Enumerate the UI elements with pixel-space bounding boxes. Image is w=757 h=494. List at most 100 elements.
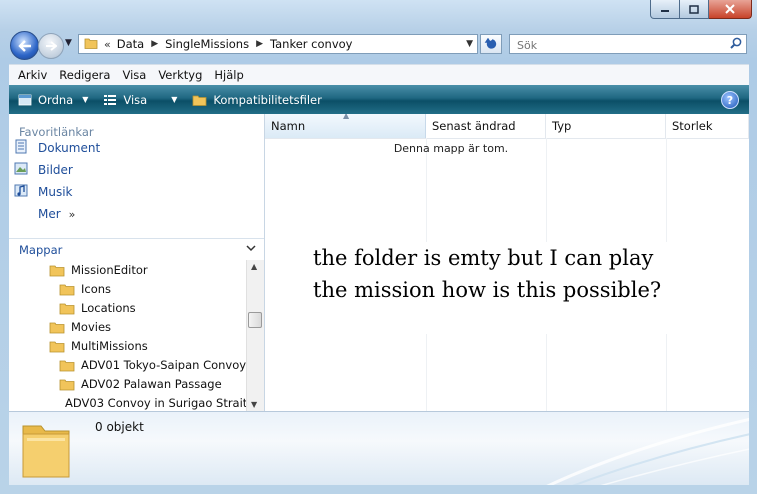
column-label: Storlek [672, 119, 713, 133]
menu-visa[interactable]: Visa [122, 68, 146, 82]
decorative-swoosh [546, 417, 749, 485]
details-pane: 0 objekt [9, 411, 749, 485]
tree-item-multimissions[interactable]: MultiMissions [9, 336, 247, 355]
tree-item-label: ADV03 Convoy in Surigao Strait [65, 395, 247, 410]
documents-icon [14, 139, 30, 157]
views-icon [104, 94, 117, 105]
column-type[interactable]: Typ [546, 114, 666, 138]
scroll-down-icon[interactable]: ▼ [251, 400, 257, 409]
folders-header[interactable]: Mappar [9, 238, 264, 260]
tree-item-icons[interactable]: Icons [9, 279, 247, 298]
search-input[interactable] [515, 36, 719, 54]
refresh-icon [484, 38, 497, 49]
menu-verktyg[interactable]: Verktyg [158, 68, 202, 82]
chevron-right-icon[interactable]: ▶ [151, 39, 158, 49]
folder-icon [49, 322, 65, 333]
folder-tree-scrollbar[interactable]: ▲ ▼ [246, 260, 264, 411]
more-links-button[interactable]: Mer » [9, 203, 264, 225]
folder-icon [59, 360, 75, 371]
command-bar: Ordna ▼ Visa ▼ Kompatibilitetsfiler ? [9, 85, 749, 114]
menu-hjalp[interactable]: Hjälp [214, 68, 243, 82]
tree-item-label: ADV02 Palawan Passage [81, 376, 222, 391]
menu-bar: Arkiv Redigera Visa Verktyg Hjälp [9, 64, 749, 85]
folder-tree: MissionEditor Icons Locations Movies Mul… [9, 260, 247, 411]
tree-item-adv02[interactable]: ADV02 Palawan Passage [9, 374, 247, 393]
forward-button[interactable] [38, 33, 64, 59]
compat-files-button[interactable]: Kompatibilitetsfiler [192, 92, 322, 107]
annotation-line-1: the folder is emty but I can play [313, 246, 654, 270]
column-headers: ▲ Namn Senast ändrad Typ Storlek [265, 114, 749, 139]
column-label: Typ [552, 119, 572, 133]
folder-icon [49, 341, 65, 352]
tree-item-label: Movies [71, 319, 112, 334]
navigation-pane: Favoritlänkar Dokument Bilder Musik Mer … [9, 114, 265, 411]
column-size[interactable]: Storlek [666, 114, 749, 138]
annotation-line-2: the mission how is this possible? [313, 278, 662, 302]
column-label: Namn [271, 119, 306, 133]
close-icon [725, 4, 735, 14]
tree-item-label: ADV01 Tokyo-Saipan Convoy [81, 357, 247, 372]
breadcrumb-data[interactable]: Data [117, 37, 144, 51]
favorite-bilder[interactable]: Bilder [9, 159, 264, 181]
tree-item-adv03[interactable]: ADV03 Convoy in Surigao Strait [9, 393, 247, 411]
minimize-icon [661, 10, 669, 12]
menu-arkiv[interactable]: Arkiv [18, 68, 47, 82]
tree-item-missioneditor[interactable]: MissionEditor [9, 260, 247, 279]
scroll-up-icon[interactable]: ▲ [251, 262, 257, 271]
chevron-down-icon: ▼ [82, 95, 89, 104]
folder-icon [49, 265, 65, 276]
recent-pages-dropdown[interactable]: ▼ [65, 38, 72, 48]
chevron-right-icon[interactable]: ▶ [256, 39, 263, 49]
favorite-musik[interactable]: Musik [9, 181, 264, 203]
breadcrumb-singlemissions[interactable]: SingleMissions [165, 37, 249, 51]
folder-icon [59, 303, 75, 314]
tree-item-label: MissionEditor [71, 262, 148, 277]
column-name[interactable]: ▲ Namn [265, 114, 426, 138]
maximize-icon [689, 4, 699, 14]
address-dropdown-icon[interactable]: ▼ [466, 39, 473, 49]
tree-item-locations[interactable]: Locations [9, 298, 247, 317]
caption-buttons [650, 0, 752, 19]
favorite-dokument[interactable]: Dokument [9, 137, 264, 159]
tree-item-label: Locations [81, 300, 136, 315]
compat-files-label: Kompatibilitetsfiler [213, 92, 322, 107]
pictures-icon [14, 161, 30, 179]
chevron-down-icon[interactable] [246, 242, 256, 255]
tree-item-label: Icons [81, 281, 112, 296]
refresh-button[interactable] [480, 34, 502, 54]
folders-label: Mappar [19, 242, 63, 257]
views-label: Visa [123, 92, 148, 107]
scrollbar-thumb[interactable] [248, 312, 262, 328]
organize-label: Ordna [38, 92, 74, 107]
back-button[interactable] [10, 31, 39, 60]
organize-button[interactable]: Ordna ▼ [18, 93, 88, 107]
maximize-button[interactable] [680, 0, 709, 19]
breadcrumb-tanker-convoy[interactable]: Tanker convoy [270, 37, 352, 51]
search-box[interactable] [509, 34, 747, 54]
music-icon [14, 183, 30, 201]
folder-icon [192, 95, 207, 106]
sort-ascending-icon: ▲ [343, 114, 350, 120]
views-button[interactable]: Visa ▼ [103, 93, 177, 107]
tree-item-movies[interactable]: Movies [9, 317, 247, 336]
help-button[interactable]: ? [721, 91, 739, 109]
chevron-down-icon: ▼ [171, 95, 178, 104]
favorite-label: Dokument [38, 141, 101, 155]
menu-redigera[interactable]: Redigera [59, 68, 110, 82]
minimize-button[interactable] [650, 0, 680, 19]
folder-icon [59, 379, 75, 390]
more-label: Mer [38, 207, 61, 221]
folder-icon [84, 36, 98, 52]
item-count: 0 objekt [95, 420, 144, 434]
root-chevron[interactable]: « [104, 38, 111, 51]
column-label: Senast ändrad [432, 119, 516, 133]
search-icon[interactable] [730, 37, 742, 52]
column-date-modified[interactable]: Senast ändrad [426, 114, 546, 138]
file-list[interactable]: ▲ Namn Senast ändrad Typ Storlek Denna m… [265, 114, 749, 411]
address-bar[interactable]: « Data ▶ SingleMissions ▶ Tanker convoy … [78, 34, 478, 54]
annotation-text: the folder is emty but I can play the mi… [313, 242, 733, 334]
arrow-left-icon [17, 39, 31, 52]
close-button[interactable] [709, 0, 752, 19]
tree-item-label: MultiMissions [71, 338, 148, 353]
tree-item-adv01[interactable]: ADV01 Tokyo-Saipan Convoy [9, 355, 247, 374]
